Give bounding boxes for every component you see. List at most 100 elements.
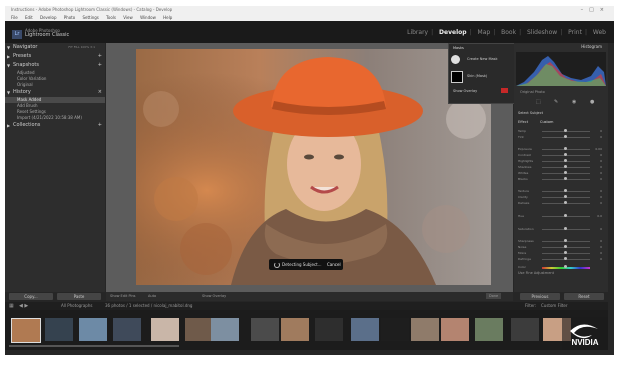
filmstrip-thumbnail[interactable] xyxy=(151,318,179,341)
menu-settings[interactable]: Settings xyxy=(82,15,98,20)
slider-value[interactable]: 0 xyxy=(592,165,602,169)
slider-value[interactable]: 0 xyxy=(592,239,602,243)
slider-saturation[interactable]: Saturation 0 xyxy=(518,227,602,231)
navigator-header[interactable]: ▼ Navigator FIT FILL 100% 3:1 xyxy=(5,43,105,52)
slider-exposure[interactable]: Exposure 0.00 xyxy=(518,147,602,151)
slider-knob[interactable] xyxy=(564,171,567,174)
slider-knob[interactable] xyxy=(564,257,567,260)
slider-blacks[interactable]: Blacks 0 xyxy=(518,177,602,181)
navigator-zoom-options[interactable]: FIT FILL 100% 3:1 xyxy=(68,43,95,52)
filmstrip-thumbnail[interactable] xyxy=(281,318,309,341)
filmstrip-thumbnail[interactable] xyxy=(251,318,279,341)
redeye-tool-icon[interactable]: ◉ xyxy=(572,99,576,105)
add-collection-icon[interactable]: + xyxy=(98,121,102,130)
copy-button[interactable]: Copy... xyxy=(9,293,53,300)
original-photo-toggle[interactable]: Original Photo xyxy=(520,90,545,94)
show-overlay-checkbox[interactable]: Show Overlay xyxy=(202,292,226,301)
slider-moire[interactable]: Moire 0 xyxy=(518,251,602,255)
collections-header[interactable]: ▶ Collections + xyxy=(5,121,105,130)
add-snapshot-icon[interactable]: + xyxy=(98,61,102,70)
slider-value[interactable]: 0 xyxy=(592,129,602,133)
back-arrow-icon[interactable]: ◀ ▶ xyxy=(19,302,28,310)
slider-knob[interactable] xyxy=(564,265,567,268)
mask-tool-icon[interactable]: ● xyxy=(590,99,594,105)
module-map[interactable]: Map xyxy=(478,29,491,36)
menu-edit[interactable]: Edit xyxy=(25,15,33,20)
slider-value[interactable]: 0 xyxy=(592,189,602,193)
slider-value[interactable]: 0 xyxy=(592,195,602,199)
reset-button[interactable]: Reset xyxy=(564,293,604,300)
slider-tint[interactable]: Tint 0 xyxy=(518,135,602,139)
history-header[interactable]: ▼ History × xyxy=(5,88,105,97)
menu-file[interactable]: File xyxy=(11,15,18,20)
slider-knob[interactable] xyxy=(564,165,567,168)
menu-tools[interactable]: Tools xyxy=(106,15,116,20)
filmstrip-thumbnail[interactable] xyxy=(315,318,343,341)
module-develop[interactable]: Develop xyxy=(439,29,467,36)
slider-value[interactable]: 0 xyxy=(592,245,602,249)
module-web[interactable]: Web xyxy=(593,29,606,36)
slider-texture[interactable]: Texture 0 xyxy=(518,189,602,193)
slider-knob[interactable] xyxy=(564,177,567,180)
show-edit-pins-dropdown[interactable]: Show Edit Pins xyxy=(110,292,136,301)
overlay-color-swatch[interactable] xyxy=(501,88,508,93)
slider-knob[interactable] xyxy=(564,251,567,254)
filmstrip-thumbnail[interactable] xyxy=(211,318,239,341)
filmstrip-thumbnail[interactable] xyxy=(441,318,469,341)
slider-clarity[interactable]: Clarity 0 xyxy=(518,195,602,199)
clear-history-icon[interactable]: × xyxy=(98,88,102,97)
cancel-detect-button[interactable]: Cancel xyxy=(327,259,341,270)
slider-value[interactable]: 0 xyxy=(592,171,602,175)
filmstrip-source[interactable]: All Photographs xyxy=(61,302,92,310)
slider-knob[interactable] xyxy=(564,227,567,230)
slider-value[interactable]: 0 xyxy=(592,227,602,231)
filmstrip-thumbnail[interactable] xyxy=(79,318,107,341)
slider-value[interactable]: 0 xyxy=(592,135,602,139)
auto-option[interactable]: Auto xyxy=(148,292,156,301)
slider-knob[interactable] xyxy=(564,147,567,150)
slider-contrast[interactable]: Contrast 0 xyxy=(518,153,602,157)
add-mask-icon[interactable] xyxy=(451,55,460,64)
slider-knob[interactable] xyxy=(564,239,567,242)
paste-button[interactable]: Paste xyxy=(57,293,101,300)
crop-tool-icon[interactable]: ⬚ xyxy=(536,99,541,105)
histogram-header[interactable]: Histogram xyxy=(514,43,608,51)
grid-view-icon[interactable]: ▦ xyxy=(9,302,14,310)
slider-knob[interactable] xyxy=(564,245,567,248)
module-slideshow[interactable]: Slideshow xyxy=(527,29,557,36)
effect-preset-dropdown[interactable]: Custom xyxy=(540,120,553,124)
filmstrip-thumbnail[interactable] xyxy=(351,318,379,341)
slider-knob[interactable] xyxy=(564,153,567,156)
slider-highlights[interactable]: Highlights 0 xyxy=(518,159,602,163)
filmstrip-thumbnail[interactable] xyxy=(185,318,213,341)
slider-temp[interactable]: Temp 0 xyxy=(518,129,602,133)
slider-shadows[interactable]: Shadows 0 xyxy=(518,165,602,169)
filmstrip-thumbnail[interactable] xyxy=(475,318,503,341)
slider-knob[interactable] xyxy=(564,195,567,198)
slider-color[interactable]: Color xyxy=(518,265,602,269)
slider-value[interactable]: 0 xyxy=(592,177,602,181)
slider-knob[interactable] xyxy=(564,189,567,192)
module-library[interactable]: Library xyxy=(407,29,428,36)
create-new-mask-button[interactable]: Create New Mask xyxy=(467,57,498,61)
slider-defringe[interactable]: Defringe 0 xyxy=(518,257,602,261)
slider-noise[interactable]: Noise 0 xyxy=(518,245,602,249)
fine-adjustment-checkbox[interactable]: Use Fine Adjustment xyxy=(518,271,554,275)
slider-knob[interactable] xyxy=(564,129,567,132)
filmstrip-thumbnail[interactable] xyxy=(11,318,41,343)
slider-value[interactable]: 0 xyxy=(592,159,602,163)
filmstrip-thumbnail[interactable] xyxy=(411,318,439,341)
previous-button[interactable]: Previous xyxy=(520,293,560,300)
slider-sharpness[interactable]: Sharpness 0 xyxy=(518,239,602,243)
snapshots-header[interactable]: ▼ Snapshots + xyxy=(5,61,105,70)
heal-tool-icon[interactable]: ✎ xyxy=(554,99,558,105)
slider-value[interactable]: 0 xyxy=(592,153,602,157)
module-book[interactable]: Book xyxy=(501,29,516,36)
presets-header[interactable]: ▶ Presets + xyxy=(5,52,105,61)
filmstrip-thumbnail[interactable] xyxy=(45,318,73,341)
menu-photo[interactable]: Photo xyxy=(64,15,75,20)
mask-thumbnail[interactable] xyxy=(451,71,463,83)
slider-hue[interactable]: Hue 0.0 xyxy=(518,214,602,218)
filter-dropdown[interactable]: Custom Filter xyxy=(541,302,568,310)
slider-whites[interactable]: Whites 0 xyxy=(518,171,602,175)
